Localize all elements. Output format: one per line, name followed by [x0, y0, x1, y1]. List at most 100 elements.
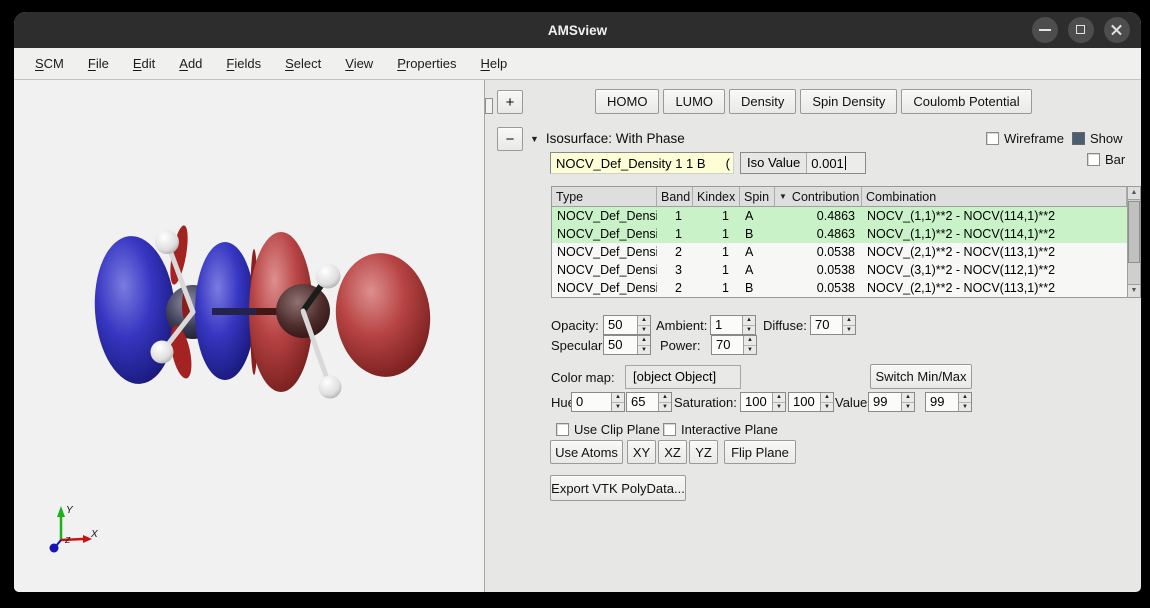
- surface-field-combo[interactable]: NOCV_Def_Density 1 1 B (: [550, 152, 734, 174]
- spin-down-icon[interactable]: ▼: [659, 403, 671, 412]
- menu-edit[interactable]: Edit: [121, 51, 167, 76]
- collapse-arrow-icon[interactable]: ▼: [530, 134, 539, 144]
- table-row[interactable]: NOCV_Def_Density21A0.0538NOCV_(2,1)**2 -…: [552, 243, 1140, 261]
- diffuse-spinbox[interactable]: 70 ▲▼: [810, 315, 856, 335]
- yz-plane-button[interactable]: YZ: [689, 440, 718, 464]
- use-clip-plane-checkbox[interactable]: Use Clip Plane: [556, 422, 660, 437]
- add-field-button[interactable]: +: [497, 90, 523, 114]
- spin-up-icon[interactable]: ▲: [659, 393, 671, 403]
- density-button[interactable]: Density: [729, 89, 796, 114]
- menu-properties[interactable]: Properties: [385, 51, 468, 76]
- ambient-label: Ambient:: [656, 318, 707, 333]
- molecule-render[interactable]: Y X Z: [14, 80, 484, 592]
- spin-up-icon[interactable]: ▲: [773, 393, 785, 403]
- xz-plane-button[interactable]: XZ: [658, 440, 687, 464]
- spin-up-icon[interactable]: ▲: [744, 336, 756, 346]
- table-scrollbar[interactable]: ▲ ▼: [1127, 187, 1140, 297]
- col-combination[interactable]: Combination: [862, 187, 1127, 206]
- menu-view[interactable]: View: [333, 51, 385, 76]
- menu-help[interactable]: Help: [468, 51, 519, 76]
- iso-value-input[interactable]: 0.001: [807, 153, 850, 173]
- lumo-button[interactable]: LUMO: [663, 89, 725, 114]
- use-atoms-button[interactable]: Use Atoms: [550, 440, 623, 464]
- colormap-combo[interactable]: [object Object]: [625, 365, 741, 389]
- remove-field-button[interactable]: −: [497, 127, 523, 151]
- checkbox-box[interactable]: [1087, 153, 1100, 166]
- scrollbar-thumb[interactable]: [1128, 201, 1140, 263]
- coulomb-potential-button[interactable]: Coulomb Potential: [901, 89, 1031, 114]
- power-label: Power:: [660, 338, 700, 353]
- maximize-button[interactable]: [1068, 17, 1094, 43]
- bar-checkbox[interactable]: Bar: [1087, 152, 1125, 167]
- spin-up-icon[interactable]: ▲: [902, 393, 914, 403]
- menu-fields[interactable]: Fields: [214, 51, 273, 76]
- titlebar[interactable]: AMSview: [14, 12, 1141, 48]
- scroll-down-icon[interactable]: ▼: [1128, 284, 1140, 297]
- flip-plane-button[interactable]: Flip Plane: [724, 440, 796, 464]
- menu-file[interactable]: File: [76, 51, 121, 76]
- spin-down-icon[interactable]: ▼: [744, 346, 756, 355]
- table-row[interactable]: NOCV_Def_Density31A0.0538NOCV_(3,1)**2 -…: [552, 261, 1140, 279]
- spin-down-icon[interactable]: ▼: [638, 326, 650, 335]
- spin-up-icon[interactable]: ▲: [638, 336, 650, 346]
- spin-up-icon[interactable]: ▲: [638, 316, 650, 326]
- table-header: Type Band Kindex Spin ▼ Contribution Com…: [552, 187, 1140, 207]
- spin-up-icon[interactable]: ▲: [843, 316, 855, 326]
- isosurface-red-lobe-right: [330, 248, 436, 381]
- molecule-viewport[interactable]: Y X Z: [14, 80, 484, 592]
- scroll-up-icon[interactable]: ▲: [1128, 187, 1140, 200]
- spin-down-icon[interactable]: ▼: [743, 326, 755, 335]
- spin-down-icon[interactable]: ▼: [902, 403, 914, 412]
- interactive-plane-checkbox[interactable]: Interactive Plane: [663, 422, 778, 437]
- col-contribution[interactable]: ▼ Contribution: [775, 187, 862, 206]
- spin-up-icon[interactable]: ▲: [959, 393, 971, 403]
- menu-scm[interactable]: SCM: [23, 51, 76, 76]
- spin-down-icon[interactable]: ▼: [959, 403, 971, 412]
- specular-spinbox[interactable]: 50 ▲▼: [603, 335, 651, 355]
- spin-down-icon[interactable]: ▼: [612, 403, 624, 412]
- value-max-spinbox[interactable]: 99 ▲▼: [925, 392, 972, 412]
- col-kindex[interactable]: Kindex: [693, 187, 740, 206]
- saturation-min-spinbox[interactable]: 100 ▲▼: [740, 392, 786, 412]
- wireframe-checkbox[interactable]: Wireframe: [986, 131, 1064, 146]
- col-type[interactable]: Type: [552, 187, 657, 206]
- menu-add[interactable]: Add: [167, 51, 214, 76]
- menubar: SCM File Edit Add Fields Select View Pro…: [14, 48, 1141, 80]
- spin-down-icon[interactable]: ▼: [821, 403, 833, 412]
- diffuse-label: Diffuse:: [763, 318, 807, 333]
- checkbox-box[interactable]: [663, 423, 676, 436]
- spin-down-icon[interactable]: ▼: [843, 326, 855, 335]
- spin-density-button[interactable]: Spin Density: [800, 89, 897, 114]
- opacity-spinbox[interactable]: 50 ▲▼: [603, 315, 651, 335]
- minimize-button[interactable]: [1032, 17, 1058, 43]
- spin-down-icon[interactable]: ▼: [638, 346, 650, 355]
- spin-down-icon[interactable]: ▼: [773, 403, 785, 412]
- ambient-spinbox[interactable]: 1 ▲▼: [710, 315, 756, 335]
- value-min-spinbox[interactable]: 99 ▲▼: [868, 392, 915, 412]
- table-row[interactable]: NOCV_Def_Density11A0.4863NOCV_(1,1)**2 -…: [552, 207, 1140, 225]
- section-title: Isosurface: With Phase: [546, 131, 685, 146]
- xy-plane-button[interactable]: XY: [627, 440, 656, 464]
- col-band[interactable]: Band: [657, 187, 693, 206]
- col-spin[interactable]: Spin: [740, 187, 775, 206]
- spin-up-icon[interactable]: ▲: [743, 316, 755, 326]
- show-checkbox[interactable]: Show: [1072, 131, 1123, 146]
- checkbox-box[interactable]: [556, 423, 569, 436]
- checkbox-box[interactable]: [986, 132, 999, 145]
- spin-up-icon[interactable]: ▲: [821, 393, 833, 403]
- hue-max-spinbox[interactable]: 65 ▲▼: [626, 392, 672, 412]
- table-row[interactable]: NOCV_Def_Density11B0.4863NOCV_(1,1)**2 -…: [552, 225, 1140, 243]
- switch-minmax-button[interactable]: Switch Min/Max: [870, 364, 972, 389]
- spin-up-icon[interactable]: ▲: [612, 393, 624, 403]
- export-vtk-button[interactable]: Export VTK PolyData...: [550, 475, 686, 501]
- menu-select[interactable]: Select: [273, 51, 333, 76]
- opacity-label: Opacity:: [551, 318, 599, 333]
- table-row[interactable]: NOCV_Def_Density21B0.0538NOCV_(2,1)**2 -…: [552, 279, 1140, 297]
- field-shortcut-buttons: HOMO LUMO Density Spin Density Coulomb P…: [595, 89, 1032, 114]
- close-button[interactable]: [1104, 17, 1130, 43]
- checkbox-box[interactable]: [1072, 132, 1085, 145]
- power-spinbox[interactable]: 70 ▲▼: [711, 335, 757, 355]
- saturation-max-spinbox[interactable]: 100 ▲▼: [788, 392, 834, 412]
- homo-button[interactable]: HOMO: [595, 89, 659, 114]
- hue-min-spinbox[interactable]: 0 ▲▼: [571, 392, 625, 412]
